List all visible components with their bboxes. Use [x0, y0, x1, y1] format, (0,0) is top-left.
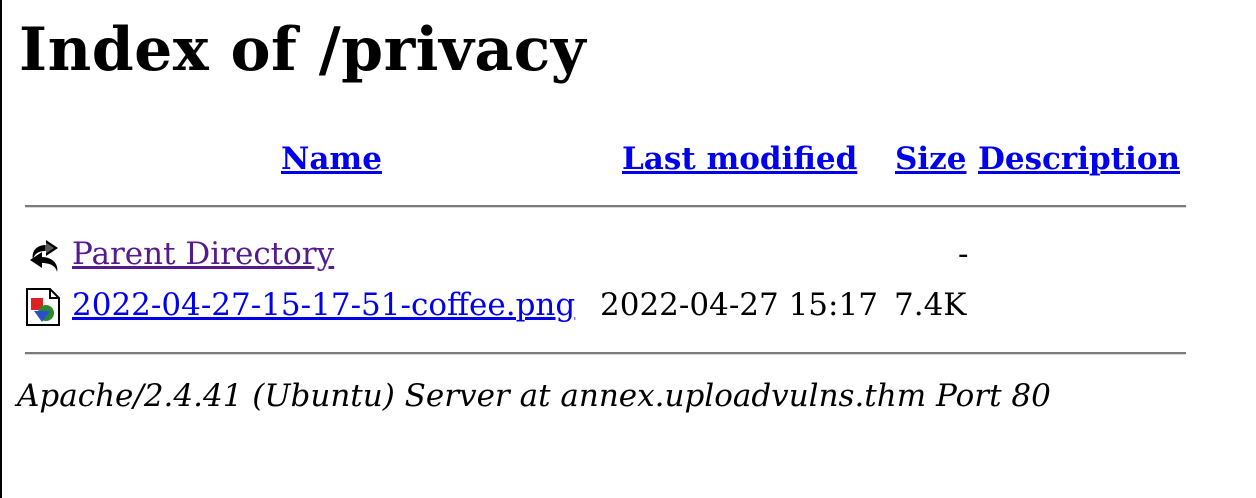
footer-divider	[25, 352, 1186, 355]
sort-by-size-link[interactable]: Size	[895, 137, 967, 181]
server-signature: Apache/2.4.41 (Ubuntu) Server at annex.u…	[17, 378, 1051, 414]
table-row: 2022-04-27-15-17-51-coffee.png 2022-04-2…	[0, 281, 1256, 329]
last-modified-cell: 2022-04-27 15:17	[600, 287, 878, 323]
sort-by-description-link[interactable]: Description	[978, 137, 1180, 181]
sort-by-name-link[interactable]: Name	[281, 137, 382, 181]
size-cell: 7.4K	[894, 287, 967, 323]
parent-directory-link[interactable]: Parent Directory	[72, 230, 334, 278]
back-arrow-icon	[24, 236, 64, 276]
sort-by-last-modified-link[interactable]: Last modified	[622, 137, 857, 181]
page-title: Index of /privacy	[19, 15, 587, 85]
size-cell: -	[958, 236, 969, 272]
file-link[interactable]: 2022-04-27-15-17-51-coffee.png	[72, 281, 575, 329]
table-row: Parent Directory -	[0, 230, 1256, 278]
image-file-icon	[24, 287, 64, 327]
header-divider	[25, 205, 1186, 208]
